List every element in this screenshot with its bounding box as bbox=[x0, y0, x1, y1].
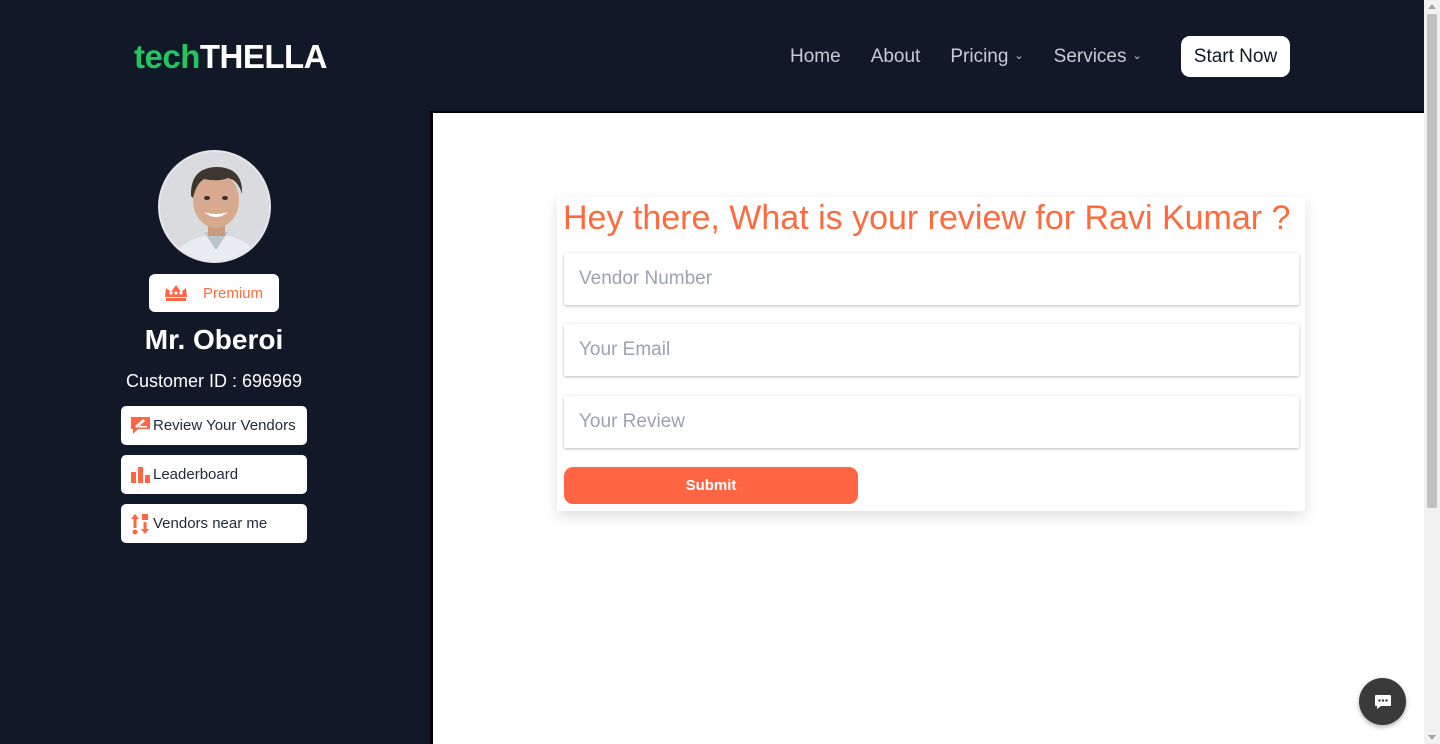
vendors-near-me-button[interactable]: Vendors near me bbox=[121, 504, 307, 543]
vendors-near-me-label: Vendors near me bbox=[153, 515, 268, 532]
user-photo-icon bbox=[160, 152, 269, 261]
chat-button[interactable] bbox=[1359, 678, 1406, 725]
nav-about[interactable]: About bbox=[871, 46, 921, 68]
review-vendors-label: Review Your Vendors bbox=[153, 417, 296, 434]
vendor-number-input[interactable] bbox=[579, 253, 1299, 305]
nav-pricing[interactable]: Pricing ⌄ bbox=[950, 46, 1023, 68]
chevron-down-icon: ⌄ bbox=[1132, 50, 1142, 62]
review-field[interactable] bbox=[564, 396, 1299, 448]
crown-icon bbox=[165, 285, 187, 301]
bar-chart-icon bbox=[130, 464, 152, 486]
chevron-down-icon: ⌄ bbox=[1014, 50, 1024, 62]
review-vendors-button[interactable]: Review Your Vendors bbox=[121, 406, 307, 445]
scroll-down-icon[interactable] bbox=[1428, 735, 1436, 740]
leaderboard-label: Leaderboard bbox=[153, 466, 239, 483]
avatar[interactable] bbox=[158, 150, 271, 263]
page: techTHELLA Home About Pricing ⌄ Services ⌄… bbox=[0, 0, 1424, 744]
nav-home-label: Home bbox=[790, 45, 841, 67]
main-panel: Hey there, What is your review for Ravi … bbox=[430, 111, 1424, 744]
scroll-thumb[interactable] bbox=[1427, 14, 1437, 508]
nav-services[interactable]: Services ⌄ bbox=[1054, 46, 1142, 68]
email-input[interactable] bbox=[579, 324, 1299, 376]
premium-label: Premium bbox=[203, 284, 264, 302]
form-heading: Hey there, What is your review for Ravi … bbox=[563, 199, 1291, 237]
nav-pricing-label: Pricing bbox=[950, 45, 1009, 67]
main-nav: Home About Pricing ⌄ Services ⌄ bbox=[790, 36, 1172, 77]
leaderboard-button[interactable]: Leaderboard bbox=[121, 455, 307, 494]
start-now-button[interactable]: Start Now bbox=[1181, 36, 1290, 77]
logo[interactable]: techTHELLA bbox=[134, 38, 328, 76]
premium-badge[interactable]: Premium bbox=[149, 274, 279, 312]
logo-tech: tech bbox=[134, 38, 200, 75]
customer-id: Customer ID : 696969 bbox=[125, 371, 303, 391]
nav-home[interactable]: Home bbox=[790, 46, 841, 68]
nav-services-label: Services bbox=[1053, 45, 1127, 67]
chat-icon bbox=[1374, 694, 1391, 709]
review-icon bbox=[130, 415, 152, 437]
review-form-card: Hey there, What is your review for Ravi … bbox=[557, 197, 1305, 511]
nav-about-label: About bbox=[870, 45, 921, 67]
customer-name: Mr. Oberoi bbox=[144, 324, 284, 355]
email-field[interactable] bbox=[564, 324, 1299, 376]
logo-thella: THELLA bbox=[199, 38, 328, 75]
sort-icon bbox=[130, 513, 152, 535]
submit-button[interactable]: Submit bbox=[564, 467, 858, 504]
vertical-scrollbar[interactable] bbox=[1424, 0, 1440, 744]
scroll-up-icon[interactable] bbox=[1428, 4, 1436, 9]
vendor-number-field[interactable] bbox=[564, 253, 1299, 305]
review-input[interactable] bbox=[579, 396, 1299, 448]
